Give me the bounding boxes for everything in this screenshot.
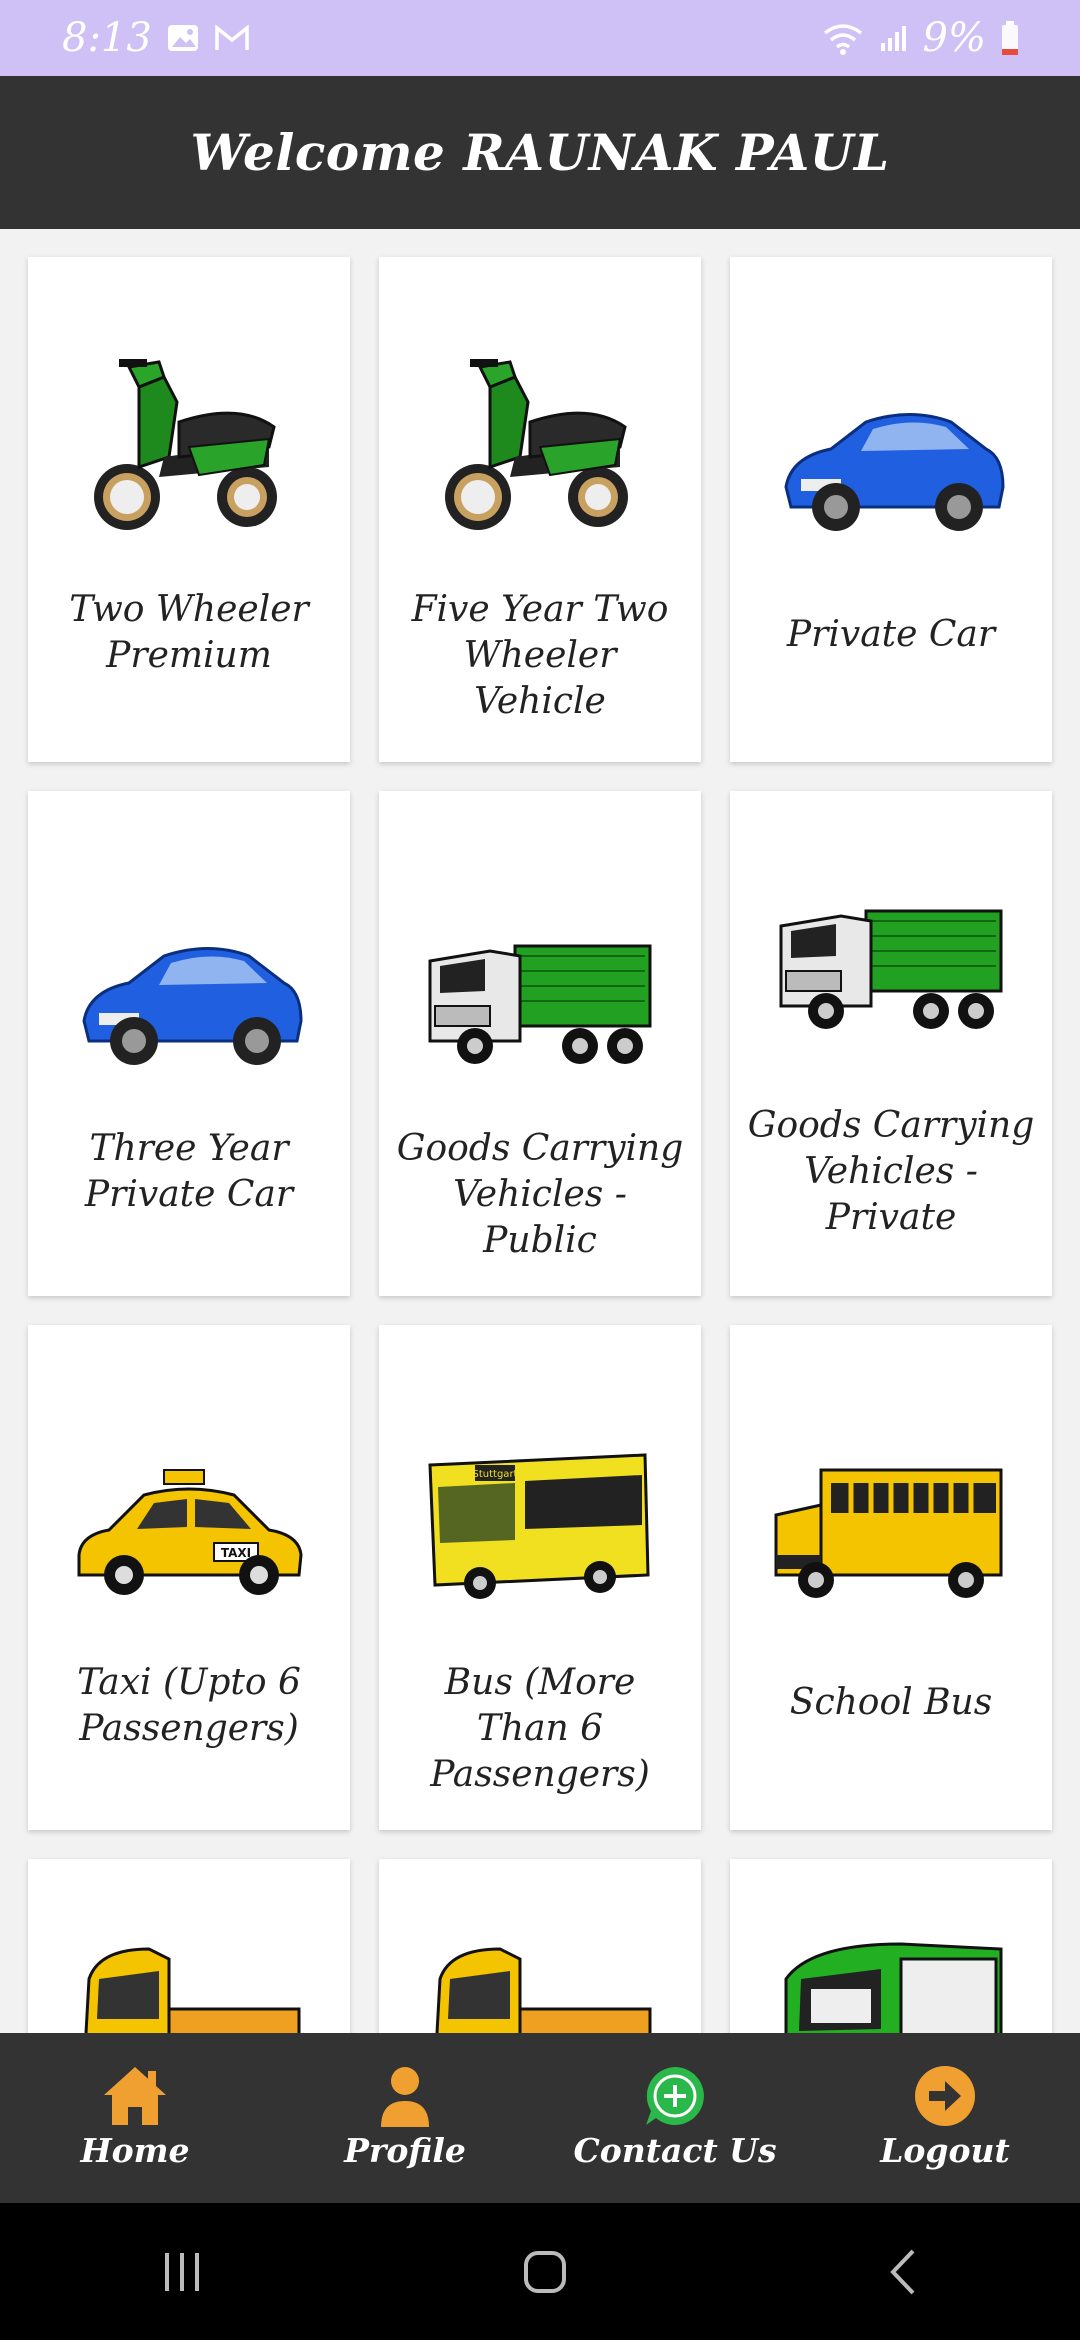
recents-icon[interactable] bbox=[157, 2249, 207, 2295]
app-bar: Welcome RAUNAK PAUL bbox=[0, 76, 1080, 229]
vehicle-label: Three Year Private Car bbox=[84, 1128, 294, 1215]
truck-icon bbox=[779, 909, 1003, 1029]
signal-icon bbox=[880, 26, 906, 51]
cargo-rickshaw-icon bbox=[435, 1947, 652, 2033]
taxi-sign-text: TAXI bbox=[221, 1546, 251, 1560]
vehicle-card[interactable]: Goods Carrying Vehicles - Public bbox=[379, 791, 701, 1296]
vehicle-label: Bus (More Than 6 Passengers) bbox=[430, 1662, 650, 1795]
battery-percent: 9% bbox=[922, 15, 986, 61]
vehicle-card[interactable]: Three Year Private Car bbox=[28, 791, 350, 1296]
vehicle-card[interactable] bbox=[379, 1859, 701, 2033]
whatsapp-icon bbox=[646, 2067, 704, 2125]
person-icon bbox=[381, 2067, 429, 2127]
vehicle-label: Goods Carrying Vehicles - Private bbox=[747, 1105, 1035, 1238]
nav-contact-label: Contact Us bbox=[573, 2131, 777, 2170]
vehicle-label: Goods Carrying Vehicles - Public bbox=[396, 1128, 684, 1261]
scooter-icon bbox=[94, 359, 277, 530]
wifi-icon bbox=[823, 24, 862, 55]
vehicle-label: Taxi (Upto 6 Passengers) bbox=[77, 1662, 301, 1749]
vehicle-card[interactable] bbox=[28, 1859, 350, 2033]
taxi-icon: TAXI bbox=[77, 1469, 303, 1595]
scooter-icon bbox=[445, 359, 628, 530]
vehicle-card[interactable]: Two Wheeler Premium bbox=[28, 257, 350, 762]
vehicle-card[interactable]: School Bus bbox=[730, 1325, 1052, 1830]
status-time: 8:13 bbox=[62, 15, 152, 61]
vehicle-label: Private Car bbox=[786, 614, 996, 655]
home-icon bbox=[104, 2067, 166, 2125]
vehicle-card[interactable]: Private Car bbox=[730, 257, 1052, 762]
car-icon bbox=[82, 947, 303, 1065]
truck-icon bbox=[428, 944, 652, 1064]
nav-logout-label: Logout bbox=[880, 2131, 1010, 2170]
system-nav-bar bbox=[0, 2203, 1080, 2340]
vehicle-label: Two Wheeler Premium bbox=[69, 589, 309, 676]
nav-contact-us[interactable]: Contact Us bbox=[540, 2033, 810, 2203]
battery-icon bbox=[1002, 21, 1018, 55]
gmail-icon bbox=[215, 24, 249, 50]
bus-sign-text: Stuttgart bbox=[473, 1469, 518, 1480]
back-icon[interactable] bbox=[883, 2247, 923, 2297]
status-bar: 8:13 9% bbox=[0, 0, 1080, 76]
nav-home-label: Home bbox=[80, 2131, 190, 2170]
logout-icon bbox=[915, 2066, 975, 2126]
school-bus-icon bbox=[774, 1468, 1003, 1598]
vehicle-card[interactable] bbox=[730, 1859, 1052, 2033]
page-title: Welcome RAUNAK PAUL bbox=[190, 123, 890, 182]
nav-logout[interactable]: Logout bbox=[810, 2033, 1080, 2203]
nav-profile[interactable]: Profile bbox=[270, 2033, 540, 2203]
cargo-rickshaw-icon bbox=[84, 1947, 301, 2033]
vehicle-card[interactable]: Goods Carrying Vehicles - Private bbox=[730, 791, 1052, 1296]
vehicle-label: School Bus bbox=[789, 1682, 993, 1723]
vehicle-card[interactable]: Five Year Two Wheeler Vehicle bbox=[379, 257, 701, 762]
auto-rickshaw-icon bbox=[784, 1942, 1003, 2033]
bottom-nav: Home Profile Contact Us Logout bbox=[0, 2033, 1080, 2203]
bus-icon: Stuttgart bbox=[428, 1453, 650, 1599]
car-icon bbox=[784, 413, 1005, 531]
vehicle-label: Five Year Two Wheeler Vehicle bbox=[411, 589, 669, 722]
nav-profile-label: Profile bbox=[344, 2131, 466, 2170]
vehicle-card[interactable]: Stuttgart Bus (More Than 6 Passengers) bbox=[379, 1325, 701, 1830]
vehicle-card[interactable]: TAXI Taxi (Upto 6 Passengers) bbox=[28, 1325, 350, 1830]
gallery-icon bbox=[167, 25, 198, 51]
nav-home[interactable]: Home bbox=[0, 2033, 270, 2203]
vehicle-grid[interactable]: Two Wheeler Premium Five Year Two Wheele… bbox=[0, 229, 1080, 2033]
home-circle-icon[interactable] bbox=[520, 2247, 570, 2297]
